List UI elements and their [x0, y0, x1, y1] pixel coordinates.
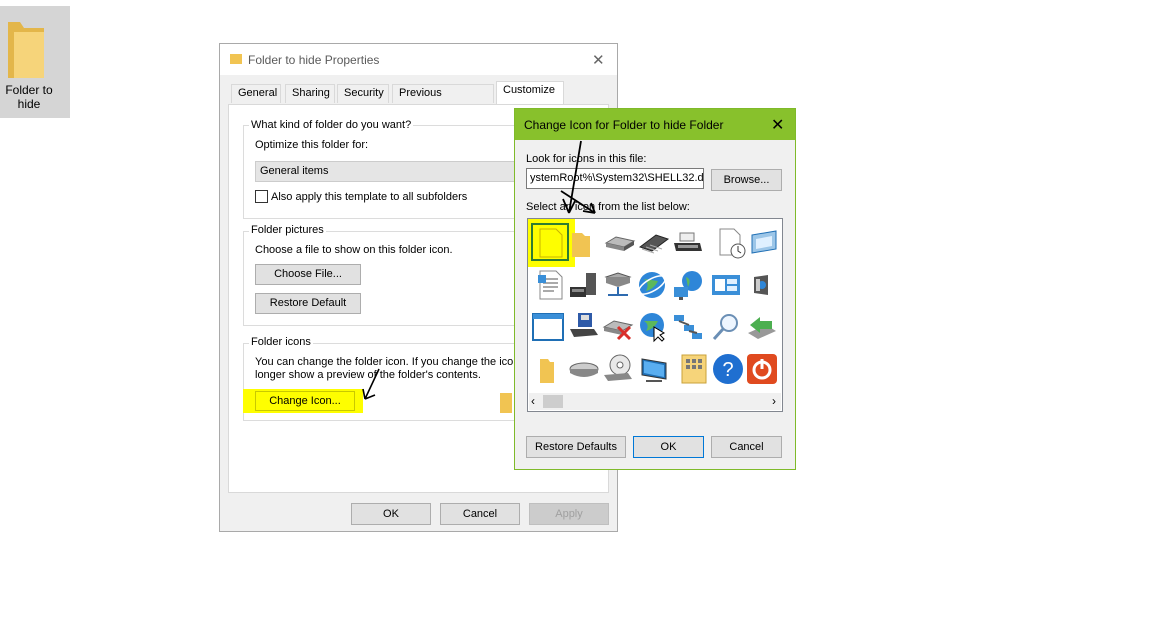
desktop-folder[interactable]: Folder to hide [0, 6, 70, 118]
desktop-folder-label: Folder to hide [5, 83, 53, 111]
title-bar: Change Icon for Folder to hide Folder ✕ [515, 109, 795, 140]
dialog-title: Change Icon for Folder to hide Folder [524, 118, 724, 132]
drive-small-icon[interactable] [568, 353, 600, 385]
ok-button[interactable]: OK [351, 503, 431, 525]
text-document-icon[interactable] [534, 269, 566, 301]
disconnected-drive-icon[interactable] [602, 311, 634, 343]
browse-button[interactable]: Browse... [711, 169, 782, 191]
optimize-select[interactable]: General items [255, 161, 525, 182]
folder-type-heading: What kind of folder do you want? [249, 119, 414, 131]
arrow-annotation-icon [362, 368, 380, 400]
folder-icons-heading: Folder icons [249, 336, 313, 348]
folder-small-icon[interactable] [536, 353, 568, 385]
computer-icon[interactable] [568, 269, 600, 301]
close-button[interactable]: ✕ [592, 51, 605, 69]
globe-icon[interactable] [636, 269, 668, 301]
pictures-description: Choose a file to show on this folder ico… [255, 244, 453, 256]
folder-icon[interactable] [570, 227, 602, 259]
select-icon-label: Select an icon from the list below: [526, 201, 690, 213]
change-icon-button[interactable]: Change Icon... [255, 391, 355, 411]
globe-cursor-icon[interactable] [636, 311, 668, 343]
printer-icon[interactable] [672, 227, 704, 259]
cancel-button[interactable]: Cancel [711, 436, 782, 458]
floppy-computer-icon[interactable] [568, 311, 600, 343]
svg-text:?: ? [722, 359, 733, 381]
scroll-thumb[interactable] [543, 395, 563, 408]
arrow-annotation-icon [560, 140, 596, 214]
ok-button[interactable]: OK [633, 436, 704, 458]
window-icon[interactable] [748, 227, 780, 259]
blank-document-icon[interactable] [534, 227, 566, 259]
folder-preview-icon [500, 393, 512, 413]
tab-customize[interactable]: Customize [496, 81, 564, 104]
file-path-input[interactable]: ystemRoot%\System32\SHELL32.dll [526, 168, 704, 189]
folder-pictures-heading: Folder pictures [249, 224, 326, 236]
blank-window-icon[interactable] [532, 311, 564, 343]
power-icon[interactable] [746, 353, 778, 385]
clock-document-icon[interactable] [716, 227, 748, 259]
search-icon[interactable] [710, 311, 742, 343]
network-globe-icon[interactable] [672, 269, 704, 301]
tab-previous-versions[interactable]: Previous Versions [392, 84, 494, 116]
drive-icon[interactable] [604, 227, 636, 259]
tab-security[interactable]: Security [337, 84, 389, 103]
dialog-title: Folder to hide Properties [248, 53, 380, 67]
subfolders-checkbox-label: Also apply this template to all subfolde… [271, 191, 468, 203]
optimize-label: Optimize this folder for: [255, 139, 369, 151]
restore-defaults-button[interactable]: Restore Defaults [526, 436, 626, 458]
settings-window-icon[interactable] [710, 269, 742, 301]
back-arrow-icon[interactable] [746, 311, 778, 343]
tab-sharing[interactable]: Sharing [285, 84, 335, 103]
icons-description-line1: You can change the folder icon. If you c… [255, 356, 520, 368]
close-button[interactable]: ✕ [771, 115, 784, 135]
tab-general[interactable]: General [231, 84, 281, 103]
choose-file-button[interactable]: Choose File... [255, 264, 361, 285]
folder-icon [8, 22, 44, 78]
apply-button[interactable]: Apply [529, 503, 609, 525]
monitor-icon[interactable] [638, 353, 670, 385]
folder-icon [230, 54, 242, 64]
help-icon[interactable]: ? [712, 353, 744, 385]
scroll-right-icon[interactable]: › [772, 394, 776, 408]
keypad-folder-icon[interactable] [678, 353, 710, 385]
restore-default-button[interactable]: Restore Default [255, 293, 361, 314]
scroll-left-icon[interactable]: ‹ [531, 394, 535, 408]
cancel-button[interactable]: Cancel [440, 503, 520, 525]
title-bar: Folder to hide Properties ✕ [220, 44, 617, 75]
network-drive-icon[interactable] [602, 269, 634, 301]
chip-icon[interactable] [638, 227, 670, 259]
icon-list[interactable]: ? ‹ › [527, 218, 783, 412]
change-icon-dialog: Change Icon for Folder to hide Folder ✕ … [514, 108, 796, 470]
subfolders-checkbox[interactable] [255, 190, 268, 203]
network-icon[interactable] [672, 311, 704, 343]
media-icon[interactable] [748, 269, 780, 301]
cd-drive-icon[interactable] [602, 353, 634, 385]
horizontal-scrollbar[interactable]: ‹ › [529, 393, 781, 410]
